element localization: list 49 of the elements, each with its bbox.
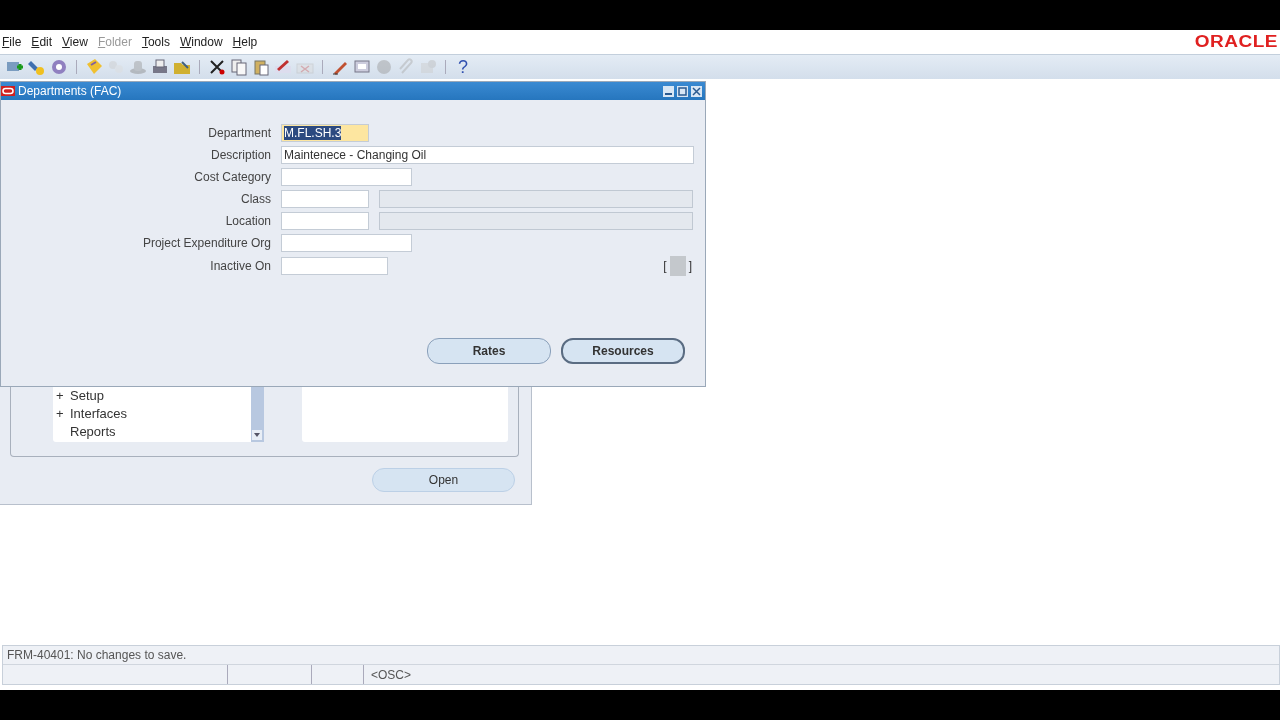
- paste-icon[interactable]: [252, 58, 270, 76]
- menu-item[interactable]: Edit: [31, 35, 53, 49]
- field-label: Class: [240, 192, 271, 206]
- menu-item[interactable]: Window: [179, 35, 223, 49]
- input-field[interactable]: Maintenece - Changing Oil: [281, 146, 694, 164]
- cut-icon[interactable]: [208, 58, 226, 76]
- scrollbar[interactable]: [250, 384, 264, 442]
- tree-item[interactable]: Setup: [70, 387, 104, 403]
- zoom-icon[interactable]: [353, 58, 371, 76]
- open-button[interactable]: Open: [372, 468, 515, 492]
- input-field[interactable]: [281, 257, 388, 275]
- input-field[interactable]: [281, 168, 412, 186]
- bracket: ]: [688, 259, 692, 273]
- form-button[interactable]: Rates: [427, 338, 551, 364]
- window-title: Departments (FAC): [18, 84, 122, 98]
- menu-item[interactable]: Tools: [141, 35, 170, 49]
- input-field[interactable]: [281, 212, 369, 230]
- input-field[interactable]: [281, 234, 412, 252]
- field-label: Cost Category: [193, 170, 271, 184]
- field-label: Project Expenditure Org: [141, 236, 271, 250]
- find-icon[interactable]: [28, 58, 46, 76]
- save-icon[interactable]: [85, 58, 103, 76]
- form-button[interactable]: Resources: [561, 338, 685, 364]
- field-label: Location: [224, 214, 271, 228]
- maximize-icon[interactable]: [677, 85, 688, 97]
- expand-toggle[interactable]: +: [56, 387, 62, 403]
- status-indicator: <OSC>: [370, 666, 412, 684]
- status-message: FRM-40401: No changes to save.: [3, 646, 1279, 665]
- oracle-logo: ORACLE: [1194, 32, 1278, 52]
- tree-item[interactable]: Reports: [70, 423, 116, 439]
- field-label: Inactive On: [209, 259, 271, 273]
- minimize-icon[interactable]: [663, 85, 674, 97]
- flexfield-button[interactable]: [669, 256, 686, 276]
- bracket: [: [663, 259, 667, 273]
- scroll-down-icon[interactable]: [251, 430, 262, 440]
- input-field[interactable]: [281, 190, 369, 208]
- help-button[interactable]: ?: [454, 56, 472, 78]
- clear-icon[interactable]: [274, 58, 292, 76]
- input-field[interactable]: M.FL.SH.3: [281, 124, 369, 142]
- field-label: Description: [209, 148, 271, 162]
- print-icon[interactable]: [151, 58, 169, 76]
- expand-toggle[interactable]: +: [56, 405, 62, 421]
- oracle-icon: [1, 86, 15, 96]
- field-label: Department: [207, 126, 271, 140]
- menu-item[interactable]: File: [2, 35, 22, 49]
- menu-item[interactable]: Help: [232, 35, 258, 49]
- navigator-icon[interactable]: [50, 58, 68, 76]
- tree-item[interactable]: Interfaces: [70, 405, 128, 421]
- menu-item[interactable]: View: [62, 35, 88, 49]
